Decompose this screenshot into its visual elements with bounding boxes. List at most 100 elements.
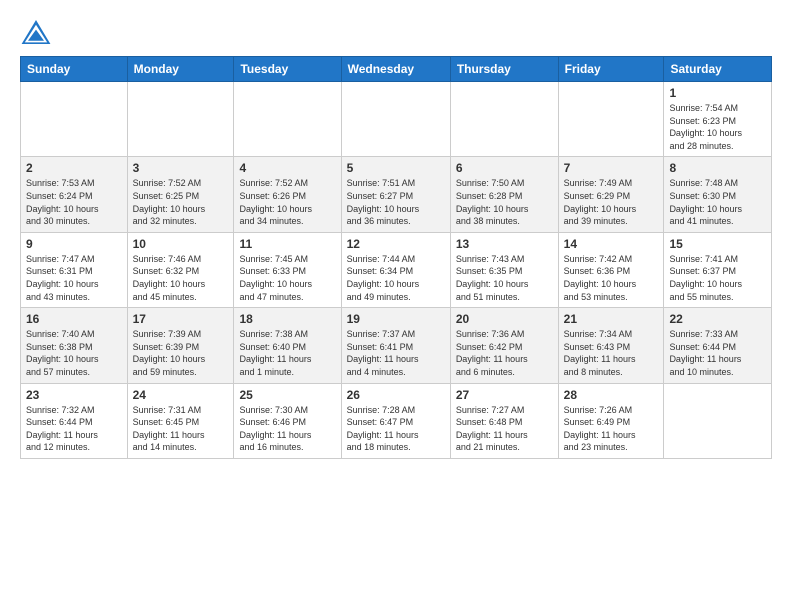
calendar-cell: 26 Sunrise: 7:28 AM Sunset: 6:47 PM Dayli… [341,383,450,458]
day-number: 27 [456,388,553,402]
calendar-week-row: 23 Sunrise: 7:32 AM Sunset: 6:44 PM Dayli… [21,383,772,458]
calendar-cell [21,82,128,157]
day-info: Sunrise: 7:40 AM Sunset: 6:38 PM Dayligh… [26,328,122,378]
day-number: 18 [239,312,335,326]
calendar-cell: 5 Sunrise: 7:51 AM Sunset: 6:27 PM Daylig… [341,157,450,232]
day-number: 25 [239,388,335,402]
calendar-cell: 3 Sunrise: 7:52 AM Sunset: 6:25 PM Daylig… [127,157,234,232]
calendar-cell: 28 Sunrise: 7:26 AM Sunset: 6:49 PM Dayli… [558,383,664,458]
weekday-header-monday: Monday [127,57,234,82]
day-number: 12 [347,237,445,251]
calendar-cell: 25 Sunrise: 7:30 AM Sunset: 6:46 PM Dayli… [234,383,341,458]
day-number: 5 [347,161,445,175]
calendar-cell: 2 Sunrise: 7:53 AM Sunset: 6:24 PM Daylig… [21,157,128,232]
day-info: Sunrise: 7:48 AM Sunset: 6:30 PM Dayligh… [669,177,766,227]
calendar-week-row: 16 Sunrise: 7:40 AM Sunset: 6:38 PM Dayli… [21,308,772,383]
calendar-cell: 12 Sunrise: 7:44 AM Sunset: 6:34 PM Dayli… [341,232,450,307]
logo-icon [20,18,52,46]
calendar-cell: 9 Sunrise: 7:47 AM Sunset: 6:31 PM Daylig… [21,232,128,307]
calendar-cell: 7Sunrise: 7:49 AM Sunset: 6:29 PM Daylig… [558,157,664,232]
day-number: 13 [456,237,553,251]
day-info: Sunrise: 7:54 AM Sunset: 6:23 PM Dayligh… [669,102,766,152]
calendar-cell: 4 Sunrise: 7:52 AM Sunset: 6:26 PM Daylig… [234,157,341,232]
calendar-cell: 23 Sunrise: 7:32 AM Sunset: 6:44 PM Dayli… [21,383,128,458]
day-number: 8 [669,161,766,175]
day-info: Sunrise: 7:36 AM Sunset: 6:42 PM Dayligh… [456,328,553,378]
calendar-cell: 16 Sunrise: 7:40 AM Sunset: 6:38 PM Dayli… [21,308,128,383]
calendar-cell: 1 Sunrise: 7:54 AM Sunset: 6:23 PM Daylig… [664,82,772,157]
weekday-header-row: SundayMondayTuesdayWednesdayThursdayFrid… [21,57,772,82]
calendar-cell: 19Sunrise: 7:37 AM Sunset: 6:41 PM Dayli… [341,308,450,383]
calendar-cell [450,82,558,157]
day-number: 21 [564,312,659,326]
calendar-week-row: 9 Sunrise: 7:47 AM Sunset: 6:31 PM Daylig… [21,232,772,307]
page: SundayMondayTuesdayWednesdayThursdayFrid… [0,0,792,612]
calendar-cell: 17 Sunrise: 7:39 AM Sunset: 6:39 PM Dayli… [127,308,234,383]
weekday-header-wednesday: Wednesday [341,57,450,82]
day-info: Sunrise: 7:50 AM Sunset: 6:28 PM Dayligh… [456,177,553,227]
day-info: Sunrise: 7:33 AM Sunset: 6:44 PM Dayligh… [669,328,766,378]
day-info: Sunrise: 7:53 AM Sunset: 6:24 PM Dayligh… [26,177,122,227]
day-info: Sunrise: 7:28 AM Sunset: 6:47 PM Dayligh… [347,404,445,454]
calendar-week-row: 2 Sunrise: 7:53 AM Sunset: 6:24 PM Daylig… [21,157,772,232]
calendar-cell: 27 Sunrise: 7:27 AM Sunset: 6:48 PM Dayli… [450,383,558,458]
day-info: Sunrise: 7:27 AM Sunset: 6:48 PM Dayligh… [456,404,553,454]
calendar-cell [341,82,450,157]
day-number: 9 [26,237,122,251]
day-number: 16 [26,312,122,326]
day-info: Sunrise: 7:43 AM Sunset: 6:35 PM Dayligh… [456,253,553,303]
day-info: Sunrise: 7:31 AM Sunset: 6:45 PM Dayligh… [133,404,229,454]
day-number: 1 [669,86,766,100]
day-info: Sunrise: 7:30 AM Sunset: 6:46 PM Dayligh… [239,404,335,454]
day-info: Sunrise: 7:42 AM Sunset: 6:36 PM Dayligh… [564,253,659,303]
calendar-cell [234,82,341,157]
day-number: 10 [133,237,229,251]
day-number: 24 [133,388,229,402]
day-number: 3 [133,161,229,175]
day-info: Sunrise: 7:47 AM Sunset: 6:31 PM Dayligh… [26,253,122,303]
weekday-header-thursday: Thursday [450,57,558,82]
day-number: 15 [669,237,766,251]
header [20,18,772,46]
day-info: Sunrise: 7:26 AM Sunset: 6:49 PM Dayligh… [564,404,659,454]
day-info: Sunrise: 7:49 AM Sunset: 6:29 PM Dayligh… [564,177,659,227]
day-info: Sunrise: 7:44 AM Sunset: 6:34 PM Dayligh… [347,253,445,303]
calendar-cell: 15 Sunrise: 7:41 AM Sunset: 6:37 PM Dayli… [664,232,772,307]
weekday-header-tuesday: Tuesday [234,57,341,82]
calendar-cell: 8 Sunrise: 7:48 AM Sunset: 6:30 PM Daylig… [664,157,772,232]
calendar-cell: 6Sunrise: 7:50 AM Sunset: 6:28 PM Daylig… [450,157,558,232]
day-info: Sunrise: 7:52 AM Sunset: 6:26 PM Dayligh… [239,177,335,227]
day-number: 17 [133,312,229,326]
weekday-header-saturday: Saturday [664,57,772,82]
calendar-cell [664,383,772,458]
weekday-header-friday: Friday [558,57,664,82]
calendar-cell [558,82,664,157]
calendar-cell [127,82,234,157]
day-number: 14 [564,237,659,251]
day-number: 28 [564,388,659,402]
day-info: Sunrise: 7:52 AM Sunset: 6:25 PM Dayligh… [133,177,229,227]
logo [20,18,56,46]
calendar-cell: 13 Sunrise: 7:43 AM Sunset: 6:35 PM Dayli… [450,232,558,307]
calendar-cell: 20 Sunrise: 7:36 AM Sunset: 6:42 PM Dayli… [450,308,558,383]
day-number: 22 [669,312,766,326]
calendar: SundayMondayTuesdayWednesdayThursdayFrid… [20,56,772,459]
calendar-cell: 24 Sunrise: 7:31 AM Sunset: 6:45 PM Dayli… [127,383,234,458]
day-number: 26 [347,388,445,402]
day-info: Sunrise: 7:32 AM Sunset: 6:44 PM Dayligh… [26,404,122,454]
day-info: Sunrise: 7:41 AM Sunset: 6:37 PM Dayligh… [669,253,766,303]
day-info: Sunrise: 7:38 AM Sunset: 6:40 PM Dayligh… [239,328,335,378]
day-info: Sunrise: 7:46 AM Sunset: 6:32 PM Dayligh… [133,253,229,303]
calendar-cell: 22 Sunrise: 7:33 AM Sunset: 6:44 PM Dayli… [664,308,772,383]
day-number: 2 [26,161,122,175]
day-number: 20 [456,312,553,326]
calendar-cell: 21Sunrise: 7:34 AM Sunset: 6:43 PM Dayli… [558,308,664,383]
day-number: 4 [239,161,335,175]
day-number: 23 [26,388,122,402]
day-number: 19 [347,312,445,326]
day-info: Sunrise: 7:39 AM Sunset: 6:39 PM Dayligh… [133,328,229,378]
day-info: Sunrise: 7:51 AM Sunset: 6:27 PM Dayligh… [347,177,445,227]
calendar-week-row: 1 Sunrise: 7:54 AM Sunset: 6:23 PM Daylig… [21,82,772,157]
day-number: 11 [239,237,335,251]
calendar-cell: 18 Sunrise: 7:38 AM Sunset: 6:40 PM Dayli… [234,308,341,383]
